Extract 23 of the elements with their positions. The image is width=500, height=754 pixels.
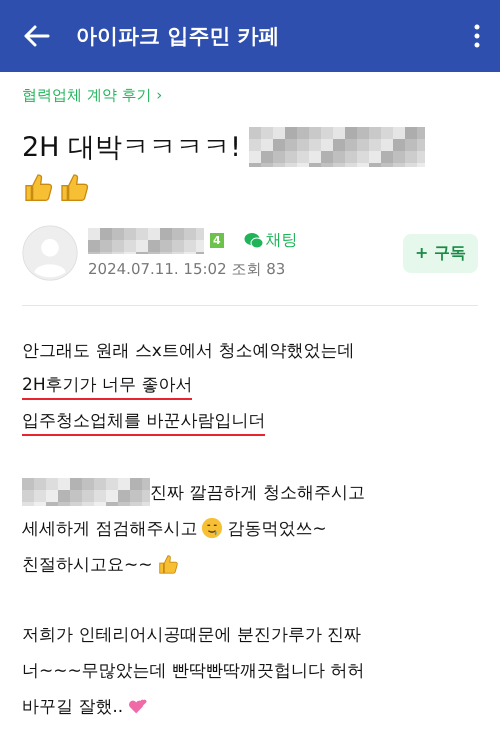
text-line: 안그래도 원래 스x트에서 청소예약했었는데 [22,340,354,362]
view-count: 조회 83 [231,260,286,278]
level-badge: 4 [210,233,224,248]
board-link[interactable]: 협력업체 계약 후기 › [22,86,162,105]
text-line: 친절하시고요~~ [22,552,182,576]
more-menu-icon[interactable] [474,24,480,48]
chat-link[interactable]: 채팅 [244,230,298,251]
post-title: 2H 대박ㅋㅋㅋㅋ! [22,131,241,165]
chat-icon [244,232,264,250]
text-line: 너~~~무많았는데 빤딱빤딱깨끗헙니다 허허 [22,660,365,682]
post-date: 2024.07.11. 15:02 [88,260,227,278]
subscribe-button[interactable]: + 구독 [403,234,478,272]
back-icon[interactable] [22,24,50,48]
text-line: 세세하게 점검해주시고 감동먹었쓰~ [22,516,327,540]
thumbs-up-icon [156,553,178,575]
teary-smile-icon [201,517,224,539]
text-line: 진짜 깔끔하게 청소해주시고 [22,478,365,506]
text-line: 바꾸길 잘했.. [22,694,154,718]
underlined-line: 2H후기가 너무 좋아서 [22,372,192,400]
avatar-icon [22,225,78,281]
cafe-title: 아이파크 입주민 카페 [76,23,281,50]
underlined-line: 입주청소업체를 바꾼사람입니더 [22,408,266,436]
text-line: 저희가 인테리어시공때문에 분진가루가 진짜 [22,624,362,646]
